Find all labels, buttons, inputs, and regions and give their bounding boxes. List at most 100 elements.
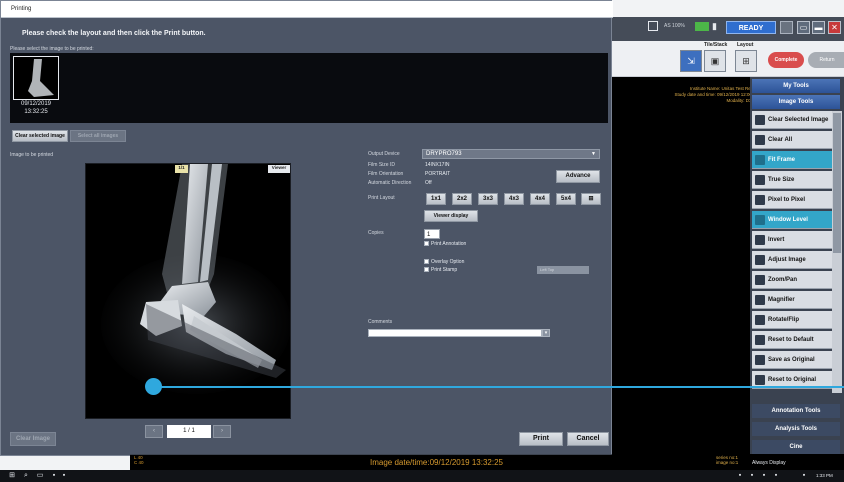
tool-item[interactable]: Adjust Image: [752, 251, 832, 269]
tool-icon: [755, 275, 765, 285]
layout-button[interactable]: 3x3: [478, 193, 498, 205]
image-no-text: image no:1: [716, 460, 739, 465]
print-button[interactable]: Print: [519, 432, 563, 446]
signal-icon: ▮: [712, 21, 717, 31]
advance-button[interactable]: Advance: [556, 170, 600, 183]
image-thumbnail[interactable]: [13, 56, 59, 100]
modality-text: Modality: DX: [726, 98, 752, 103]
screen: AS 100% ▮ READY ▭ ▬ ✕ Tile/Stack Layout …: [0, 0, 844, 482]
tool-icon: [755, 115, 765, 125]
maximize-button[interactable]: ▬: [812, 21, 825, 34]
stamp-position-select[interactable]: Left Top: [537, 266, 589, 274]
layout-button[interactable]: 1x1: [426, 193, 446, 205]
tool-label: Window Level: [768, 217, 808, 223]
always-display-checkbox-label[interactable]: Always Display: [752, 460, 786, 466]
tool-item[interactable]: True Size: [752, 171, 832, 189]
tray-icon-1[interactable]: ▪: [736, 472, 744, 480]
print-layout-label: Print Layout: [368, 195, 395, 201]
cine-header[interactable]: Cine: [752, 440, 840, 454]
preview-page-tag: 1/1: [175, 165, 188, 173]
foot-xray-thumbnail-icon: [28, 59, 54, 97]
automatic-direction-value: Off: [425, 180, 432, 186]
comments-dropdown-button[interactable]: ▾: [542, 329, 550, 337]
app-taskbar-icon-2[interactable]: ▪: [60, 472, 68, 480]
return-button[interactable]: Return: [808, 52, 844, 68]
stack-mode-button[interactable]: ▣: [704, 50, 726, 72]
chevron-down-icon: ▾: [544, 330, 548, 336]
annotation-tools-header[interactable]: Annotation Tools: [752, 404, 840, 418]
tool-item[interactable]: Save as Original: [752, 351, 832, 369]
tray-icon-4[interactable]: ▪: [772, 472, 780, 480]
tool-item[interactable]: Reset to Default: [752, 331, 832, 349]
tool-label: Magnifier: [768, 297, 795, 303]
layout-label: Layout: [737, 42, 754, 48]
tool-icon: [755, 215, 765, 225]
viewer-display-button[interactable]: Viewer display: [424, 210, 478, 222]
close-button[interactable]: ✕: [828, 21, 841, 34]
grid-icon: ⊞: [588, 196, 594, 202]
series-info: series no:1 image no:1: [716, 455, 738, 465]
overlay-option-checkbox[interactable]: [424, 259, 429, 264]
custom-layout-button[interactable]: ⊞: [581, 193, 601, 205]
app-taskbar-icon[interactable]: ▪: [50, 472, 58, 480]
comments-input[interactable]: [368, 329, 542, 337]
tool-icon: [755, 195, 765, 205]
tool-icon: [755, 135, 765, 145]
overlay-option-label: Overlay Option: [431, 259, 465, 265]
thumbnail-time: 13:32:25: [24, 109, 48, 115]
copies-label: Copies: [368, 230, 384, 236]
tool-item[interactable]: Fit Frame: [752, 151, 832, 169]
tool-item[interactable]: Pixel to Pixel: [752, 191, 832, 209]
analysis-tools-header[interactable]: Analysis Tools: [752, 422, 840, 436]
tray-icon-2[interactable]: ▪: [748, 472, 756, 480]
image-viewer: [612, 77, 750, 454]
tool-item[interactable]: Window Level: [752, 211, 832, 229]
tool-item[interactable]: Rotate/Flip: [752, 311, 832, 329]
dialog-instructions: Please check the layout and then click t…: [22, 30, 206, 37]
tool-item[interactable]: Clear All: [752, 131, 832, 149]
tool-item[interactable]: Zoom/Pan: [752, 271, 832, 289]
page-indicator: 1 / 1: [167, 425, 211, 438]
search-icon[interactable]: ⌕: [22, 472, 30, 480]
tool-label: Save as Original: [768, 357, 815, 363]
tool-icon: [755, 175, 765, 185]
clear-selected-image-button[interactable]: Clear selected image: [12, 130, 68, 142]
tool-scrollbar-thumb[interactable]: [833, 113, 841, 253]
print-annotation-checkbox[interactable]: [424, 241, 429, 246]
image-to-print-label: Image to be printed: [10, 152, 54, 158]
task-view-icon[interactable]: ▭: [36, 472, 44, 480]
tool-icon: [755, 315, 765, 325]
tile-mode-button[interactable]: ⇲: [680, 50, 702, 72]
layout-button[interactable]: 4x3: [504, 193, 524, 205]
clear-image-button[interactable]: Clear Image: [10, 432, 56, 446]
taskbar-clock: 1:33 PM: [816, 473, 833, 478]
tool-item[interactable]: Clear Selected Image: [752, 111, 832, 129]
output-device-select[interactable]: DRYPRO793 ▼: [422, 149, 600, 159]
layout-button[interactable]: 5x4: [556, 193, 576, 205]
tool-label: Clear Selected Image: [768, 117, 829, 123]
battery-indicator: [695, 22, 709, 31]
minimize-button[interactable]: ▭: [797, 21, 810, 34]
copies-stepper[interactable]: 1: [424, 229, 440, 239]
cancel-button[interactable]: Cancel: [567, 432, 609, 446]
tray-icon-5[interactable]: ▪: [800, 472, 808, 480]
tool-item[interactable]: Invert: [752, 231, 832, 249]
layout-button[interactable]: 4x4: [530, 193, 550, 205]
tool-item[interactable]: Magnifier: [752, 291, 832, 309]
complete-button[interactable]: Complete: [768, 52, 804, 68]
fullscreen-icon[interactable]: [648, 21, 658, 31]
foot-xray-preview: [101, 164, 291, 394]
comments-label: Comments: [368, 319, 393, 325]
prev-page-button[interactable]: ‹: [145, 425, 163, 438]
tray-icon-3[interactable]: ▪: [760, 472, 768, 480]
select-all-images-button[interactable]: Select all images: [70, 130, 126, 142]
tool-label: Adjust Image: [768, 257, 806, 263]
next-page-button[interactable]: ›: [213, 425, 231, 438]
tool-label: True Size: [768, 177, 795, 183]
image-tools-header[interactable]: Image Tools: [752, 95, 840, 109]
my-tools-header[interactable]: My Tools: [752, 79, 840, 93]
layout-grid-button[interactable]: ⊞: [735, 50, 757, 72]
print-stamp-checkbox[interactable]: [424, 267, 429, 272]
start-icon[interactable]: ⊞: [8, 472, 16, 480]
layout-button[interactable]: 2x2: [452, 193, 472, 205]
